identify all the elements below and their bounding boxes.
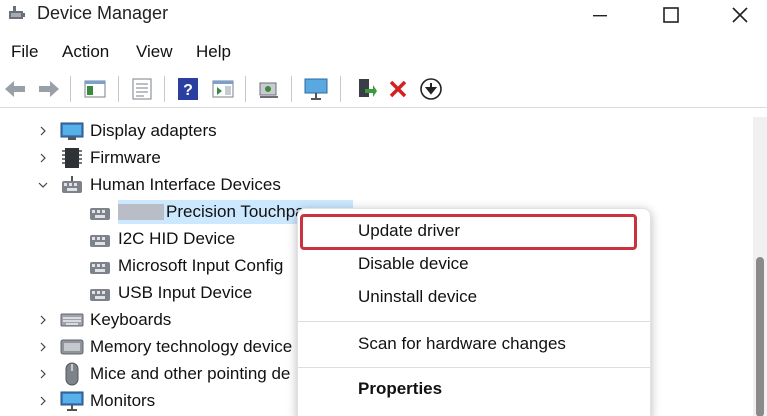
- tree-node-human-interface-devices[interactable]: Human Interface Devices: [36, 173, 287, 197]
- tree-node-label: Mice and other pointing de: [90, 364, 291, 383]
- uninstall-button[interactable]: [385, 76, 411, 102]
- mouse-icon: [60, 362, 84, 386]
- firmware-icon: [60, 148, 84, 168]
- update-driver-icon: [359, 79, 377, 97]
- hid-device-icon: [88, 283, 112, 303]
- properties-button[interactable]: [129, 76, 155, 102]
- tree-node-label: I2C HID Device: [118, 229, 236, 248]
- uninstall-icon: [389, 80, 407, 98]
- help-icon: ?: [178, 78, 198, 100]
- show-hide-console-tree-button[interactable]: [82, 76, 108, 102]
- menu-item-scan-hardware-changes[interactable]: Scan for hardware changes: [358, 334, 566, 354]
- forward-button[interactable]: [36, 76, 62, 102]
- hid-device-icon: [88, 202, 112, 222]
- download-driver-icon: [420, 78, 442, 100]
- menu-item-disable-device[interactable]: Disable device: [358, 254, 469, 274]
- download-driver-button[interactable]: [418, 76, 444, 102]
- properties-icon: [132, 78, 152, 100]
- tree-node-label: USB Input Device: [118, 283, 253, 302]
- help-button[interactable]: ?: [175, 76, 201, 102]
- maximize-icon: [663, 7, 679, 23]
- tree-node-label: Microsoft Input Config: [118, 256, 284, 275]
- maximize-button[interactable]: [643, 0, 699, 30]
- back-arrow-icon: [5, 81, 25, 97]
- hid-device-icon: [88, 256, 112, 276]
- device-manager-window: Device Manager File Action View Help ? D…: [0, 0, 767, 416]
- chevron-down-icon[interactable]: [36, 178, 50, 192]
- chevron-right-icon[interactable]: [36, 124, 50, 138]
- context-menu-divider: [298, 321, 650, 322]
- context-menu: Update driver Disable device Uninstall d…: [297, 208, 651, 416]
- tree-node-mice-and-pointing-devices[interactable]: Mice and other pointing de: [36, 362, 296, 386]
- menu-file[interactable]: File: [11, 42, 38, 62]
- close-icon: [732, 7, 748, 23]
- scan-hardware-icon: [259, 82, 278, 98]
- tree-node-usb-input-device[interactable]: USB Input Device: [88, 281, 258, 305]
- tree-node-label: Keyboards: [90, 310, 172, 329]
- window-title: Device Manager: [37, 3, 169, 23]
- tree-node-label: Precision Touchpa: [166, 202, 305, 221]
- action-pane-icon: [212, 80, 234, 98]
- vertical-scrollbar[interactable]: [753, 117, 767, 416]
- hid-icon: [60, 175, 84, 195]
- tree-node-i2c-hid-device[interactable]: I2C HID Device: [88, 227, 241, 251]
- back-button[interactable]: [2, 76, 28, 102]
- chevron-right-icon[interactable]: [36, 367, 50, 381]
- forward-arrow-icon: [39, 81, 59, 97]
- tree-node-display-adapters[interactable]: Display adapters: [36, 119, 223, 143]
- hid-device-icon: [88, 229, 112, 249]
- show-hide-console-tree-icon: [84, 80, 106, 98]
- display-adapter-icon: [60, 121, 84, 141]
- chevron-right-icon[interactable]: [36, 340, 50, 354]
- menu-item-uninstall-device[interactable]: Uninstall device: [358, 287, 477, 307]
- monitor-icon: [304, 78, 328, 100]
- monitor-device-icon: [60, 391, 84, 411]
- memory-icon: [60, 337, 84, 357]
- redacted-vendor-name: [118, 204, 164, 220]
- context-menu-divider: [298, 367, 650, 368]
- tree-node-microsoft-input-config[interactable]: Microsoft Input Config: [88, 254, 289, 278]
- svg-text:?: ?: [183, 82, 193, 99]
- tree-node-monitors[interactable]: Monitors: [36, 389, 161, 413]
- chevron-right-icon[interactable]: [36, 313, 50, 327]
- title-bar: Device Manager: [0, 0, 767, 30]
- scan-hardware-button[interactable]: [256, 76, 282, 102]
- device-manager-icon: [9, 6, 25, 19]
- menu-item-update-driver[interactable]: Update driver: [358, 221, 460, 241]
- tree-node-memory-technology-devices[interactable]: Memory technology device: [36, 335, 298, 359]
- menu-item-properties[interactable]: Properties: [358, 379, 442, 399]
- tree-node-label: Display adapters: [90, 121, 217, 140]
- keyboard-icon: [60, 310, 84, 330]
- chevron-right-icon[interactable]: [36, 151, 50, 165]
- scrollbar-thumb[interactable]: [756, 257, 764, 416]
- chevron-right-icon[interactable]: [36, 394, 50, 408]
- tree-node-label: Human Interface Devices: [90, 175, 281, 194]
- toolbar: ?: [0, 70, 767, 108]
- menu-help[interactable]: Help: [196, 42, 231, 62]
- action-pane-button[interactable]: [210, 76, 236, 102]
- tree-node-firmware[interactable]: Firmware: [36, 146, 167, 170]
- update-driver-highlight-box: [300, 214, 637, 250]
- minimize-button[interactable]: [572, 0, 628, 30]
- tree-node-label: Firmware: [90, 148, 161, 167]
- tree-node-label: Memory technology device: [90, 337, 293, 356]
- close-button[interactable]: [712, 0, 767, 30]
- menu-view[interactable]: View: [136, 42, 173, 62]
- menu-bar: File Action View Help: [0, 38, 767, 66]
- tree-node-keyboards[interactable]: Keyboards: [36, 308, 177, 332]
- tree-node-label: Monitors: [90, 391, 156, 410]
- minimize-icon: [593, 15, 607, 17]
- monitor-button[interactable]: [303, 76, 329, 102]
- update-driver-toolbar-button[interactable]: [353, 76, 379, 102]
- menu-action[interactable]: Action: [62, 42, 109, 62]
